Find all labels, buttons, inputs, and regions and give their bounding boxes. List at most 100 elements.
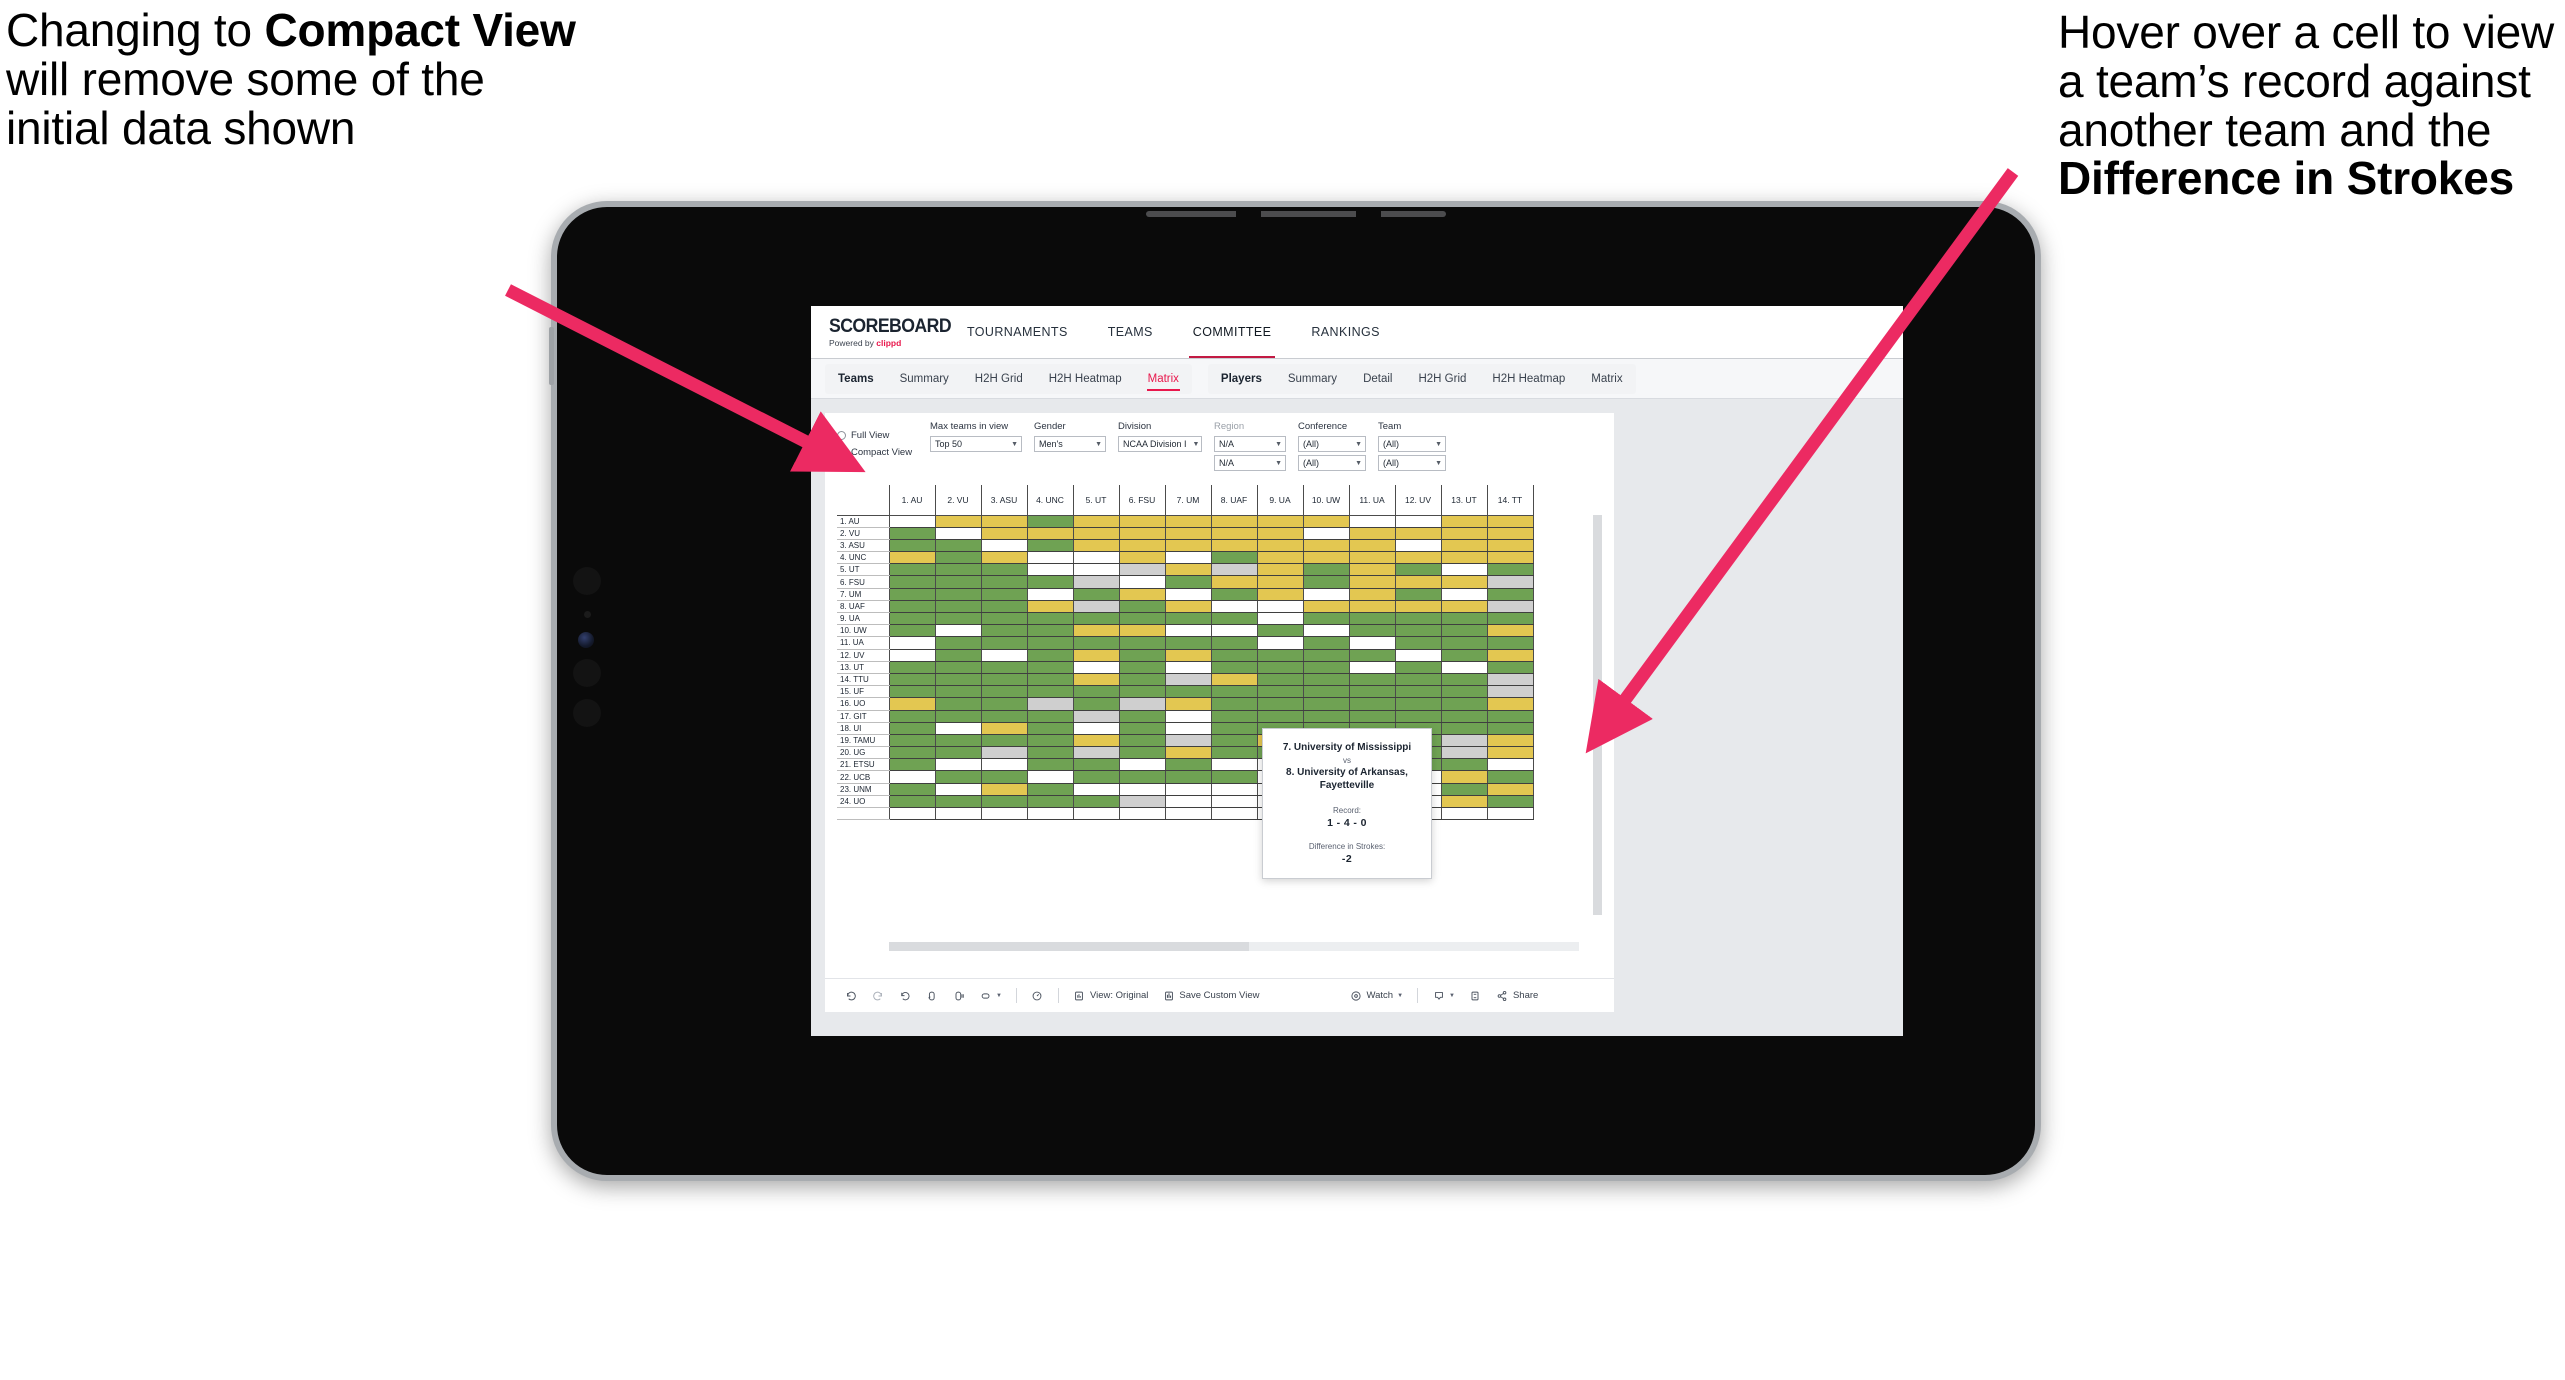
matrix-cell[interactable] (1257, 636, 1304, 650)
matrix-cell[interactable] (889, 770, 936, 784)
matrix-cell[interactable] (1349, 661, 1396, 674)
matrix-cell[interactable] (1487, 661, 1534, 674)
matrix-cell[interactable] (1027, 612, 1074, 626)
matrix-cell[interactable] (1027, 624, 1074, 638)
matrix-cell[interactable] (1119, 722, 1166, 735)
brand-logo[interactable]: SCOREBOARD Powered by clippd (811, 306, 952, 358)
matrix-cell[interactable] (1487, 770, 1534, 784)
matrix-col-header[interactable]: 2. VU (935, 485, 982, 516)
matrix-cell[interactable] (1487, 783, 1534, 796)
matrix-cell[interactable] (1441, 563, 1488, 577)
matrix-cell[interactable] (1165, 661, 1212, 674)
matrix-cell[interactable] (1303, 649, 1350, 662)
matrix-cell[interactable] (1395, 697, 1442, 711)
matrix-cell[interactable] (1165, 807, 1212, 821)
matrix-cell[interactable] (1487, 515, 1534, 528)
matrix-cell[interactable] (1487, 649, 1534, 662)
matrix-cell[interactable] (1441, 539, 1488, 553)
matrix-cell[interactable] (889, 612, 936, 626)
matrix-horizontal-scrollbar[interactable] (889, 942, 1579, 951)
matrix-cell[interactable] (935, 527, 982, 540)
matrix-cell[interactable] (1027, 807, 1074, 821)
matrix-cell[interactable] (935, 539, 982, 553)
matrix-row-header[interactable]: 4. UNC (837, 551, 890, 565)
matrix-cell[interactable] (1441, 770, 1488, 784)
matrix-cell[interactable] (981, 673, 1028, 687)
matrix-cell[interactable] (981, 795, 1028, 809)
matrix-cell[interactable] (889, 575, 936, 589)
matrix-cell[interactable] (1211, 807, 1258, 821)
matrix-cell[interactable] (1211, 734, 1258, 748)
matrix-cell[interactable] (935, 551, 982, 565)
matrix-col-header[interactable]: 13. UT (1441, 485, 1488, 516)
radio-full-view[interactable]: Full View (837, 428, 930, 442)
matrix-row-header[interactable]: 10. UW (837, 624, 890, 638)
matrix-cell[interactable] (981, 710, 1028, 723)
matrix-cell[interactable] (1349, 515, 1396, 528)
matrix-cell[interactable] (1487, 612, 1534, 626)
matrix-cell[interactable] (935, 649, 982, 662)
matrix-cell[interactable] (935, 697, 982, 711)
matrix-cell[interactable] (935, 600, 982, 614)
matrix-cell[interactable] (1119, 527, 1166, 540)
tab-players-h2h-heatmap[interactable]: H2H Heatmap (1479, 364, 1578, 394)
matrix-cell[interactable] (1119, 588, 1166, 601)
matrix-cell[interactable] (1073, 624, 1120, 638)
filter-conference-select-1[interactable]: (All) ▼ (1298, 436, 1366, 452)
matrix-cell[interactable] (1303, 563, 1350, 577)
matrix-cell[interactable] (981, 551, 1028, 565)
matrix-cell[interactable] (1487, 563, 1534, 577)
matrix-row-header[interactable]: 22. UCB (837, 770, 890, 784)
matrix-cell[interactable] (1395, 539, 1442, 553)
matrix-cell[interactable] (1027, 575, 1074, 589)
matrix-cell[interactable] (1165, 746, 1212, 760)
matrix-col-header[interactable]: 5. UT (1073, 485, 1120, 516)
matrix-horizontal-scrollbar-thumb[interactable] (889, 942, 1249, 951)
matrix-cell[interactable] (981, 600, 1028, 614)
matrix-cell[interactable] (1027, 673, 1074, 687)
matrix-cell[interactable] (981, 612, 1028, 626)
matrix-cell[interactable] (1119, 783, 1166, 796)
matrix-cell[interactable] (889, 624, 936, 638)
matrix-cell[interactable] (1119, 697, 1166, 711)
matrix-col-header[interactable]: 10. UW (1303, 485, 1350, 516)
matrix-cell[interactable] (1165, 612, 1212, 626)
undo-button[interactable] (837, 989, 864, 1002)
matrix-cell[interactable] (1027, 636, 1074, 650)
matrix-cell[interactable] (889, 588, 936, 601)
matrix-cell[interactable] (1349, 685, 1396, 699)
matrix-cell[interactable] (935, 685, 982, 699)
matrix-cell[interactable] (935, 612, 982, 626)
matrix-cell[interactable] (1073, 600, 1120, 614)
matrix-cell[interactable] (1441, 795, 1488, 809)
matrix-cell[interactable] (889, 746, 936, 760)
matrix-cell[interactable] (1257, 624, 1304, 638)
matrix-cell[interactable] (1303, 551, 1350, 565)
matrix-cell[interactable] (1073, 710, 1120, 723)
highlight-button[interactable]: ▼ (972, 989, 1009, 1002)
matrix-cell[interactable] (1073, 661, 1120, 674)
matrix-cell[interactable] (1165, 551, 1212, 565)
matrix-cell[interactable] (1349, 612, 1396, 626)
matrix-cell[interactable] (1303, 588, 1350, 601)
matrix-row-header[interactable]: 21. ETSU (837, 758, 890, 772)
matrix-col-header[interactable]: 9. UA (1257, 485, 1304, 516)
matrix-cell[interactable] (1027, 770, 1074, 784)
matrix-cell[interactable] (1487, 673, 1534, 687)
matrix-cell[interactable] (1441, 807, 1488, 821)
watch-button[interactable]: Watch ▼ (1342, 989, 1410, 1002)
matrix-cell[interactable] (1211, 539, 1258, 553)
matrix-cell[interactable] (1073, 734, 1120, 748)
matrix-cell[interactable] (1441, 734, 1488, 748)
matrix-cell[interactable] (1165, 697, 1212, 711)
matrix-cell[interactable] (935, 795, 982, 809)
matrix-cell[interactable] (1487, 636, 1534, 650)
matrix-cell[interactable] (1395, 515, 1442, 528)
matrix-cell[interactable] (1073, 795, 1120, 809)
matrix-col-header[interactable]: 14. TT (1487, 485, 1534, 516)
matrix-cell[interactable] (1441, 758, 1488, 772)
matrix-cell[interactable] (1165, 624, 1212, 638)
matrix-cell[interactable] (1165, 758, 1212, 772)
matrix-cell[interactable] (1441, 649, 1488, 662)
matrix-cell[interactable] (1441, 685, 1488, 699)
